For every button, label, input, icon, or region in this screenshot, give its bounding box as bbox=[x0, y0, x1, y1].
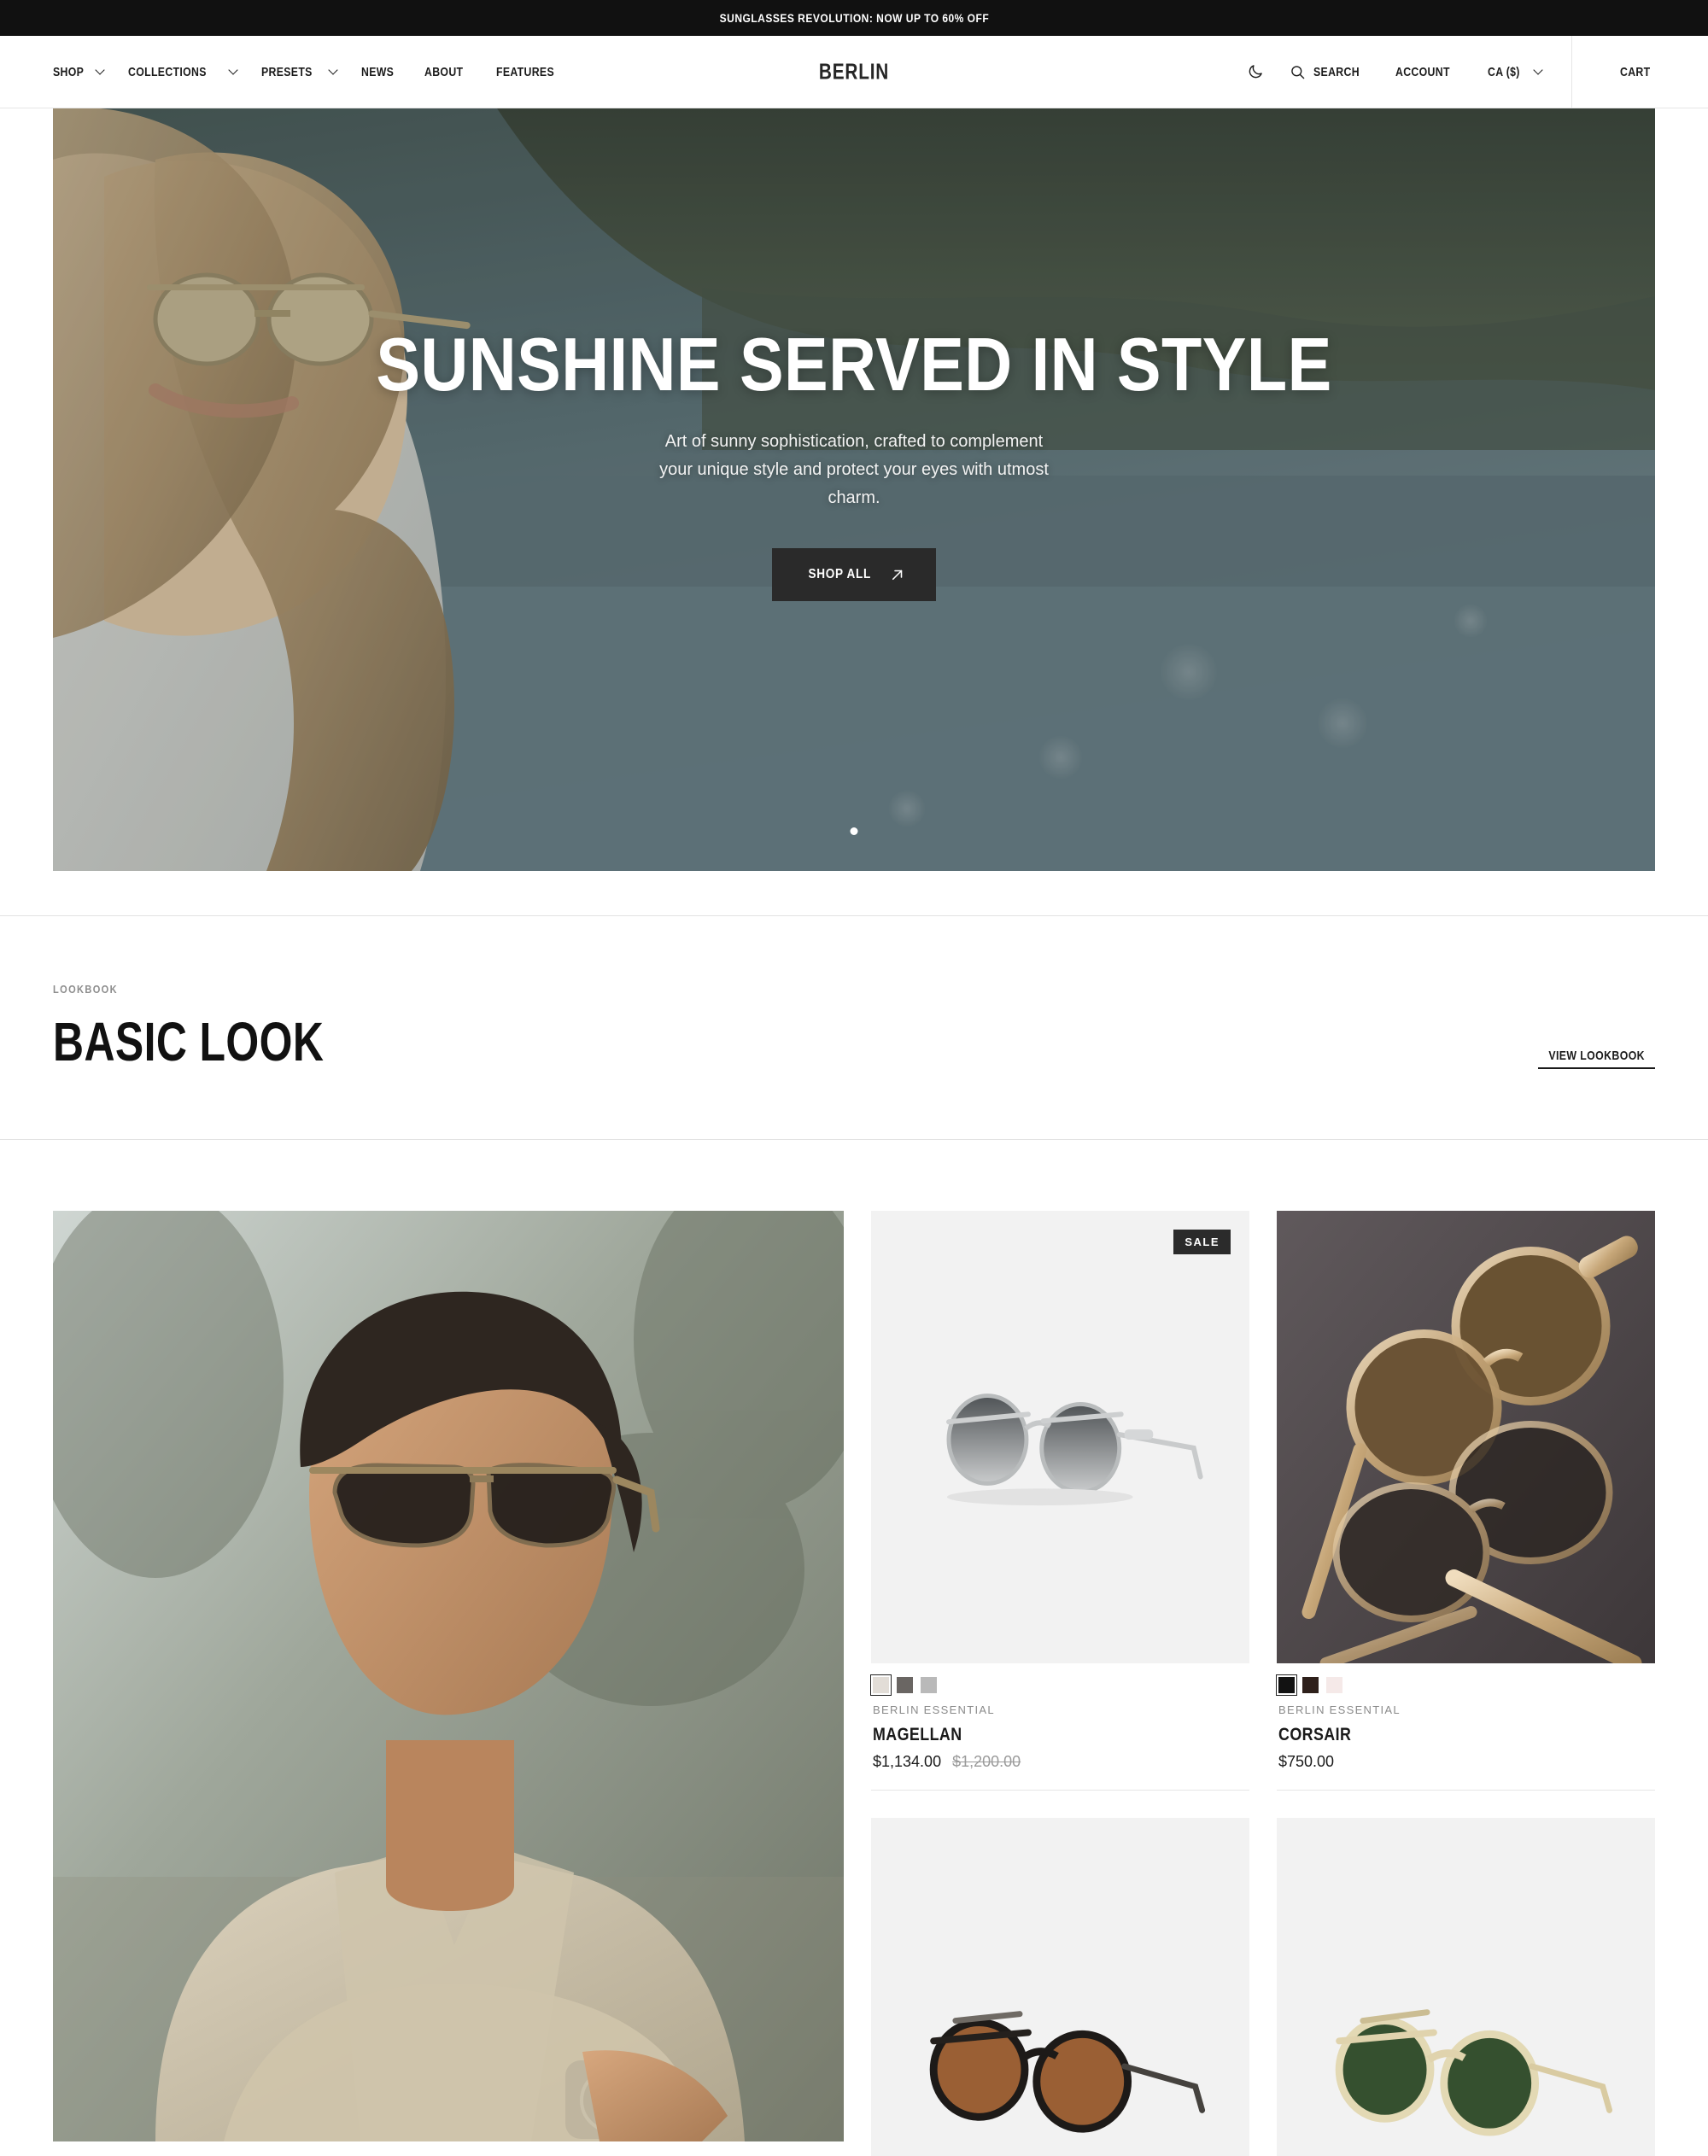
product-card-fourth bbox=[1277, 1818, 1655, 2156]
search-label: SEARCH bbox=[1313, 64, 1360, 79]
search-icon bbox=[1291, 65, 1305, 79]
moon-icon bbox=[1249, 65, 1262, 79]
lookbook-title: BASIC LOOK bbox=[53, 1011, 325, 1072]
product-image-fourth[interactable] bbox=[1277, 1818, 1655, 2156]
product-cards-column: SALE BERLIN ESSENTIAL MAGELLAN $1,134.00… bbox=[870, 1211, 1655, 2156]
hero-title: SUNSHINE SERVED IN STYLE bbox=[376, 322, 1332, 406]
carousel-dots[interactable] bbox=[850, 827, 858, 835]
chevron-down-icon bbox=[330, 67, 337, 74]
product-vendor: BERLIN ESSENTIAL bbox=[1278, 1703, 1401, 1716]
color-swatches bbox=[870, 1674, 1248, 1696]
product-image-magellan[interactable]: SALE bbox=[871, 1211, 1249, 1663]
cart-label: CART bbox=[1619, 64, 1651, 79]
color-swatch[interactable] bbox=[897, 1677, 913, 1693]
theme-toggle-button[interactable] bbox=[1247, 63, 1264, 80]
product-prices: $750.00 bbox=[1278, 1753, 1653, 1771]
hero-content: SUNSHINE SERVED IN STYLE Art of sunny so… bbox=[53, 108, 1655, 871]
nav-item-label: COLLECTIONS bbox=[128, 64, 207, 79]
main-navigation: SHOP COLLECTIONS PRESETS NEWS ABOUT FEAT… bbox=[0, 65, 567, 79]
product-prices: $1,134.00 $1,200.00 bbox=[873, 1753, 1248, 1771]
nav-item-about[interactable]: ABOUT bbox=[424, 65, 471, 79]
nav-item-label: PRESETS bbox=[261, 64, 313, 79]
nav-item-label: SHOP bbox=[53, 64, 85, 79]
hero-banner: SUNSHINE SERVED IN STYLE Art of sunny so… bbox=[53, 108, 1655, 871]
currency-label: CA ($) bbox=[1487, 64, 1520, 79]
site-logo[interactable]: BERLIN bbox=[810, 59, 898, 85]
header-utilities: SEARCH ACCOUNT CA ($) CART bbox=[1247, 36, 1708, 108]
color-swatch[interactable] bbox=[1276, 1674, 1297, 1696]
announcement-bar: SUNGLASSES REVOLUTION: NOW UP TO 60% OFF bbox=[0, 0, 1708, 36]
site-logo-text: BERLIN bbox=[818, 58, 890, 85]
product-image-corsair[interactable] bbox=[1277, 1211, 1655, 1663]
lookbook-eyebrow: LOOKBOOK bbox=[53, 983, 118, 996]
chevron-down-icon bbox=[97, 67, 104, 74]
lookbook-lifestyle-image[interactable] bbox=[53, 1211, 844, 2141]
product-card-corsair: BERLIN ESSENTIAL CORSAIR $750.00 bbox=[1276, 1211, 1655, 1791]
product-price: $1,134.00 bbox=[873, 1753, 942, 1770]
announcement-text: SUNGLASSES REVOLUTION: NOW UP TO 60% OFF bbox=[719, 11, 989, 25]
sale-badge: SALE bbox=[1173, 1230, 1231, 1254]
carousel-dot-active[interactable] bbox=[850, 827, 858, 835]
color-swatch[interactable] bbox=[921, 1677, 937, 1693]
view-lookbook-label: VIEW LOOKBOOK bbox=[1548, 1049, 1645, 1063]
product-title[interactable]: CORSAIR bbox=[1278, 1725, 1653, 1745]
nav-item-news[interactable]: NEWS bbox=[361, 65, 401, 79]
nav-item-label: FEATURES bbox=[495, 64, 554, 79]
product-row-top: SALE BERLIN ESSENTIAL MAGELLAN $1,134.00… bbox=[870, 1211, 1655, 1791]
color-swatches bbox=[1276, 1674, 1653, 1696]
shop-all-label: SHOP ALL bbox=[808, 567, 871, 581]
product-compare-price: $1,200.00 bbox=[952, 1753, 1021, 1770]
hero-subtitle: Art of sunny sophistication, crafted to … bbox=[659, 432, 1049, 507]
shop-all-button[interactable]: SHOP ALL bbox=[771, 548, 937, 601]
nav-item-shop[interactable]: SHOP bbox=[53, 65, 104, 79]
product-grid: SALE BERLIN ESSENTIAL MAGELLAN $1,134.00… bbox=[0, 1211, 1708, 2156]
product-title[interactable]: MAGELLAN bbox=[873, 1725, 1248, 1745]
nav-item-features[interactable]: FEATURES bbox=[496, 65, 567, 79]
color-swatch[interactable] bbox=[870, 1674, 892, 1696]
chevron-down-icon bbox=[230, 67, 237, 74]
product-card-magellan: SALE BERLIN ESSENTIAL MAGELLAN $1,134.00… bbox=[870, 1211, 1249, 1791]
color-swatch[interactable] bbox=[1326, 1677, 1342, 1693]
site-header: SHOP COLLECTIONS PRESETS NEWS ABOUT FEAT… bbox=[0, 36, 1708, 108]
product-info-corsair: BERLIN ESSENTIAL CORSAIR $750.00 bbox=[1276, 1663, 1655, 1791]
product-info-magellan: BERLIN ESSENTIAL MAGELLAN $1,134.00 $1,2… bbox=[870, 1663, 1249, 1791]
product-image-third[interactable] bbox=[871, 1818, 1249, 2156]
product-row-bottom bbox=[871, 1818, 1655, 2156]
nav-item-collections[interactable]: COLLECTIONS bbox=[128, 65, 237, 79]
product-card-third bbox=[871, 1818, 1249, 2156]
chevron-down-icon bbox=[1535, 67, 1542, 74]
nav-item-label: NEWS bbox=[360, 64, 395, 79]
nav-item-presets[interactable]: PRESETS bbox=[261, 65, 337, 79]
product-price: $750.00 bbox=[1278, 1753, 1335, 1770]
account-link[interactable]: ACCOUNT bbox=[1395, 65, 1462, 79]
cart-button[interactable]: CART bbox=[1571, 36, 1708, 108]
nav-item-label: ABOUT bbox=[424, 64, 464, 79]
account-label: ACCOUNT bbox=[1395, 64, 1450, 79]
lookbook-section-header: LOOKBOOK BASIC LOOK VIEW LOOKBOOK bbox=[0, 916, 1708, 1139]
arrow-up-right-icon bbox=[892, 570, 903, 581]
view-lookbook-link[interactable]: VIEW LOOKBOOK bbox=[1537, 1049, 1655, 1069]
color-swatch[interactable] bbox=[1302, 1677, 1319, 1693]
product-vendor: BERLIN ESSENTIAL bbox=[873, 1703, 995, 1716]
search-button[interactable]: SEARCH bbox=[1290, 64, 1370, 80]
currency-selector[interactable]: CA ($) bbox=[1488, 65, 1542, 79]
